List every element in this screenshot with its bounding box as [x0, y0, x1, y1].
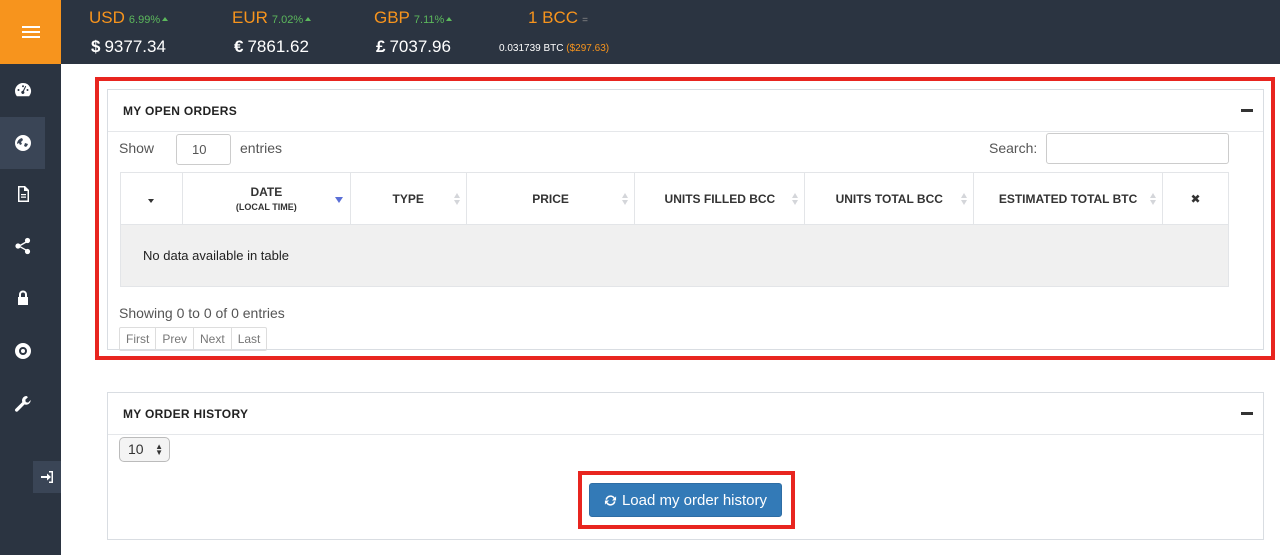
currency-symbol: € [234, 37, 244, 56]
bcc-equals: = [582, 15, 588, 26]
button-label: Load my order history [621, 491, 768, 509]
sidebar-item-documents[interactable] [0, 168, 45, 220]
sort-icon [792, 192, 799, 205]
entries-select[interactable]: 10 [176, 134, 231, 165]
chevron-down-icon [148, 198, 155, 203]
column-header-type[interactable]: TYPE [349, 172, 467, 225]
ticker-value: 9377.34 [104, 37, 166, 56]
up-arrow-icon [446, 17, 453, 21]
ticker-change: 6.99% [128, 14, 161, 26]
ticker-value: 7861.62 [247, 37, 309, 56]
updown-icon: ▲ ▼ [155, 442, 163, 457]
load-order-history-button[interactable]: Load my order history [589, 483, 782, 517]
wrench-icon [14, 396, 31, 412]
up-arrow-icon [162, 17, 169, 21]
panel-title: MY OPEN ORDERS [123, 103, 237, 118]
page-first-button[interactable]: First [120, 328, 157, 350]
open-orders-panel: MY OPEN ORDERS Show 10 entries Search: D… [107, 89, 1264, 351]
ticker-code: USD [89, 8, 125, 27]
sidebar-item-settings[interactable] [0, 378, 45, 430]
column-label: UNITS TOTAL BCC [835, 191, 943, 206]
logout-button[interactable] [33, 461, 61, 493]
column-header-date[interactable]: DATE (LOCAL TIME) [181, 172, 351, 225]
column-header-units-total[interactable]: UNITS TOTAL BCC [804, 172, 975, 225]
share-icon [14, 237, 30, 255]
logout-icon [41, 471, 53, 483]
pagination: First Prev Next Last [119, 327, 268, 351]
sidebar-item-dashboard[interactable] [0, 64, 45, 116]
sort-icon [622, 192, 629, 205]
column-header-cancel: ✖ [1162, 172, 1229, 225]
menu-icon [21, 26, 40, 38]
close-icon: ✖ [1190, 191, 1201, 206]
menu-button[interactable] [0, 0, 61, 64]
currency-symbol: £ [376, 37, 386, 56]
price-ticker-bar: USD 6.99% $9377.34 EUR 7.02% €7861.62 GBP 7… [61, 0, 1280, 64]
page-next-button[interactable]: Next [194, 328, 232, 350]
bcc-usd-value: ($297.63) [566, 43, 610, 54]
column-header-units-filled[interactable]: UNITS FILLED BCC [634, 172, 806, 225]
sidebar [0, 0, 61, 555]
refresh-icon [604, 494, 617, 506]
ticker-code: EUR [232, 8, 268, 27]
table-info: Showing 0 to 0 of 0 entries [119, 305, 285, 321]
search-input[interactable] [1046, 133, 1229, 164]
sort-icon [453, 192, 460, 205]
ticker-value: 7037.96 [389, 37, 451, 56]
column-header-select[interactable] [120, 172, 183, 225]
column-label: DATE [250, 185, 283, 199]
sidebar-item-share[interactable] [0, 220, 45, 272]
minus-icon[interactable] [1241, 412, 1253, 415]
column-label: TYPE [392, 191, 424, 206]
dashboard-icon [14, 82, 31, 97]
lock-icon [17, 290, 28, 305]
page-last-button[interactable]: Last [232, 328, 267, 350]
support-icon [14, 343, 31, 359]
column-label: UNITS FILLED BCC [664, 191, 776, 206]
page-prev-button[interactable]: Prev [156, 328, 195, 350]
entries-control: Show 10 entries [119, 133, 319, 166]
table-header-row: DATE (LOCAL TIME) TYPE PRICE UNITS FILLE… [120, 172, 1229, 225]
entries-label: entries [240, 140, 283, 156]
up-arrow-icon [305, 17, 312, 21]
bcc-btc-value: 0.031739 BTC [499, 43, 564, 54]
currency-symbol: $ [91, 37, 101, 56]
sidebar-item-support[interactable] [0, 325, 45, 377]
column-header-estimated-total[interactable]: ESTIMATED TOTAL BTC [973, 172, 1163, 225]
table-row: No data available in table [120, 224, 1229, 287]
column-label: PRICE [532, 191, 569, 206]
search-label: Search: [989, 140, 1038, 156]
sort-icon [961, 192, 968, 205]
show-label: Show [119, 140, 155, 156]
document-icon [17, 186, 29, 202]
panel-title: MY ORDER HISTORY [123, 406, 249, 421]
empty-table-message: No data available in table [120, 224, 1229, 287]
select-value: 10 [128, 441, 144, 457]
column-sublabel: (LOCAL TIME) [235, 202, 297, 212]
bcc-label: 1 BCC [528, 8, 579, 27]
open-orders-table: DATE (LOCAL TIME) TYPE PRICE UNITS FILLE… [120, 172, 1229, 287]
minus-icon[interactable] [1241, 109, 1253, 112]
ticker-change: 7.02% [271, 14, 304, 26]
sort-icon [1150, 192, 1156, 205]
history-page-size-select[interactable]: 10 ▲ ▼ [119, 437, 170, 462]
column-header-price[interactable]: PRICE [465, 172, 636, 225]
ticker-change: 7.11% [413, 14, 445, 26]
sidebar-item-security[interactable] [0, 272, 45, 324]
globe-icon [14, 135, 31, 151]
ticker-code: GBP [374, 8, 410, 27]
ticker-bcc: 1 BCC = 0.031739 BTC ($297.63) [499, 0, 659, 64]
sidebar-item-markets[interactable] [0, 117, 45, 169]
column-label: ESTIMATED TOTAL BTC [998, 191, 1138, 206]
sort-desc-icon [334, 196, 343, 203]
